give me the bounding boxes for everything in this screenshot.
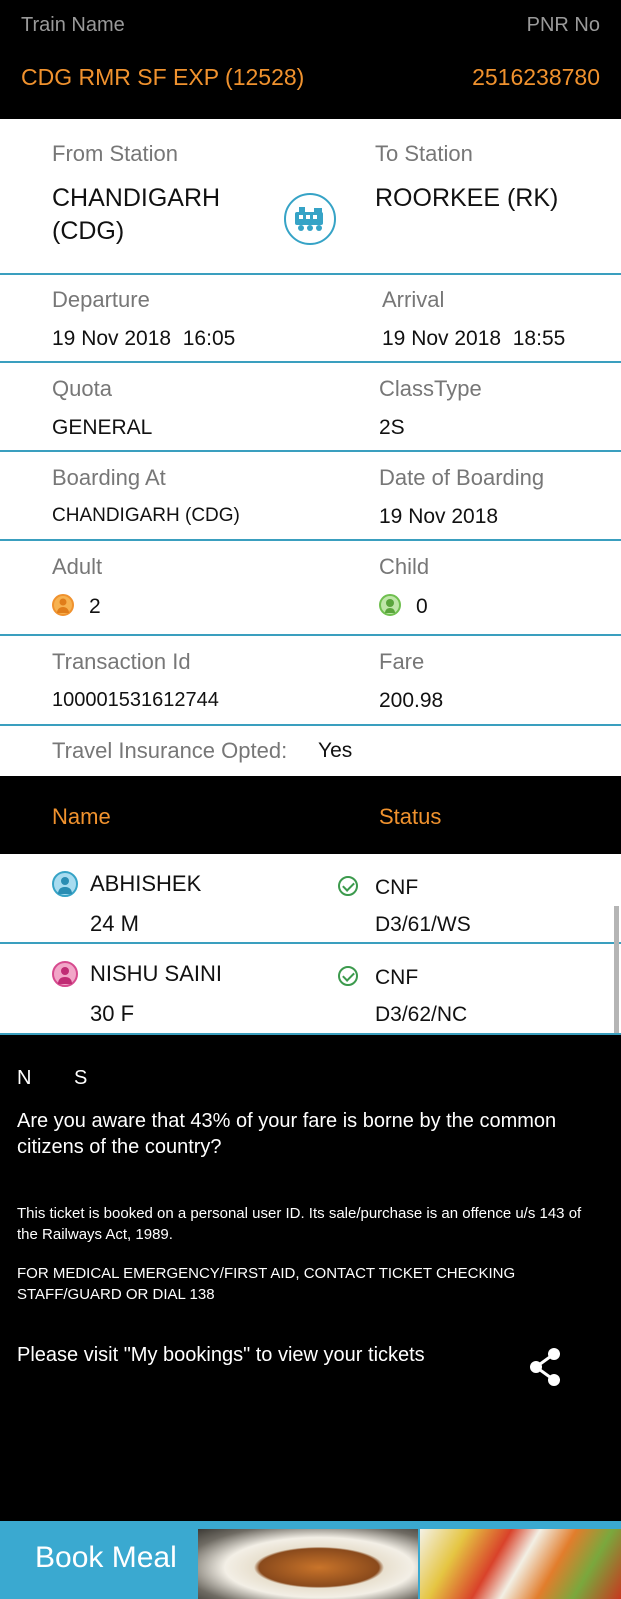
arrival-label: Arrival	[382, 287, 445, 312]
to-station-label: To Station	[375, 141, 473, 166]
from-station: CHANDIGARH (CDG)	[52, 182, 220, 248]
travel-insurance-value: Yes	[318, 739, 353, 762]
child-label: Child	[379, 554, 430, 579]
confirmed-check-icon	[338, 876, 358, 896]
personal-id-notice: This ticket is booked on a personal user…	[17, 1205, 582, 1243]
s-label: S	[74, 1067, 88, 1089]
departure-value: 19 Nov 2018 16:05	[52, 327, 236, 350]
from-station-name: CHANDIGARH	[52, 184, 221, 212]
adult-count: 2	[89, 595, 101, 618]
passenger-name: NISHU SAINI	[90, 961, 223, 986]
train-name: CDG RMR SF EXP (12528)	[21, 64, 305, 90]
from-station-code: (CDG)	[52, 217, 125, 245]
ticket-footer: N S Are you aware that 43% of your fare …	[0, 1035, 621, 1521]
departure-label: Departure	[52, 287, 150, 312]
status-column-header: Status	[379, 804, 442, 829]
adult-icon	[52, 594, 74, 616]
passenger-count-row: Adult Child 2 0	[0, 541, 621, 636]
train-icon	[284, 193, 336, 245]
book-meal-label: Book Meal	[35, 1541, 177, 1574]
fare-label: Fare	[379, 649, 425, 674]
child-count: 0	[416, 595, 428, 618]
pnr-label: PNR No	[526, 14, 600, 36]
female-passenger-icon	[52, 961, 78, 987]
confirmed-check-icon	[338, 966, 358, 986]
scrollbar[interactable]	[614, 906, 619, 1033]
transaction-id-value: 100001531612744	[52, 689, 219, 711]
passenger-age-gender: 24 M	[90, 911, 139, 936]
medical-emergency-notice: FOR MEDICAL EMERGENCY/FIRST AID, CONTACT…	[17, 1265, 516, 1303]
boarding-at-label: Boarding At	[52, 465, 166, 490]
pnr-number: 2516238780	[472, 64, 600, 90]
passenger-age-gender: 30 F	[90, 1001, 135, 1026]
passenger-table-header: Name Status	[0, 776, 621, 854]
passenger-name: ABHISHEK	[90, 871, 202, 896]
my-bookings-notice: Please visit "My bookings" to view your …	[17, 1344, 425, 1366]
share-icon[interactable]	[528, 1347, 564, 1387]
passenger-berth: D3/62/NC	[375, 1003, 468, 1026]
transaction-id-label: Transaction Id	[52, 649, 191, 674]
quota-row: Quota ClassType GENERAL 2S	[0, 363, 621, 452]
food-image-left	[198, 1529, 418, 1599]
passenger-row: NISHU SAINI 30 F CNF D3/62/NC	[0, 944, 621, 1034]
travel-insurance-row: Travel Insurance Opted: Yes	[0, 726, 621, 776]
fare-subsidy-notice: Are you aware that 43% of your fare is b…	[17, 1110, 557, 1158]
class-type-value: 2S	[379, 416, 405, 439]
train-name-label: Train Name	[21, 14, 125, 36]
passenger-row: ABHISHEK 24 M CNF D3/61/WS	[0, 854, 621, 944]
date-of-boarding-value: 19 Nov 2018	[379, 505, 499, 528]
passenger-status: CNF	[375, 966, 419, 989]
to-station: ROORKEE (RK)	[375, 184, 559, 212]
timing-row: Departure Arrival 19 Nov 2018 16:05 19 N…	[0, 275, 621, 363]
n-label: N	[17, 1067, 32, 1089]
passenger-status: CNF	[375, 876, 419, 899]
name-column-header: Name	[52, 804, 111, 829]
passenger-berth: D3/61/WS	[375, 913, 471, 936]
date-of-boarding-label: Date of Boarding	[379, 465, 545, 490]
from-station-label: From Station	[52, 141, 178, 166]
boarding-row: Boarding At Date of Boarding CHANDIGARH …	[0, 452, 621, 541]
quota-value: GENERAL	[52, 416, 153, 439]
male-passenger-icon	[52, 871, 78, 897]
payment-row: Transaction Id Fare 100001531612744 200.…	[0, 636, 621, 726]
travel-insurance-label: Travel Insurance Opted:	[52, 738, 288, 763]
food-image-right	[420, 1529, 621, 1599]
quota-label: Quota	[52, 376, 112, 401]
arrival-value: 19 Nov 2018 18:55	[382, 327, 566, 350]
ticket-header: Train Name PNR No CDG RMR SF EXP (12528)…	[0, 0, 621, 119]
child-icon	[379, 594, 401, 616]
book-meal-banner[interactable]: Book Meal	[0, 1521, 621, 1599]
fare-value: 200.98	[379, 689, 444, 712]
class-type-label: ClassType	[379, 376, 482, 401]
adult-label: Adult	[52, 554, 103, 579]
boarding-at-value: CHANDIGARH (CDG)	[52, 505, 240, 526]
